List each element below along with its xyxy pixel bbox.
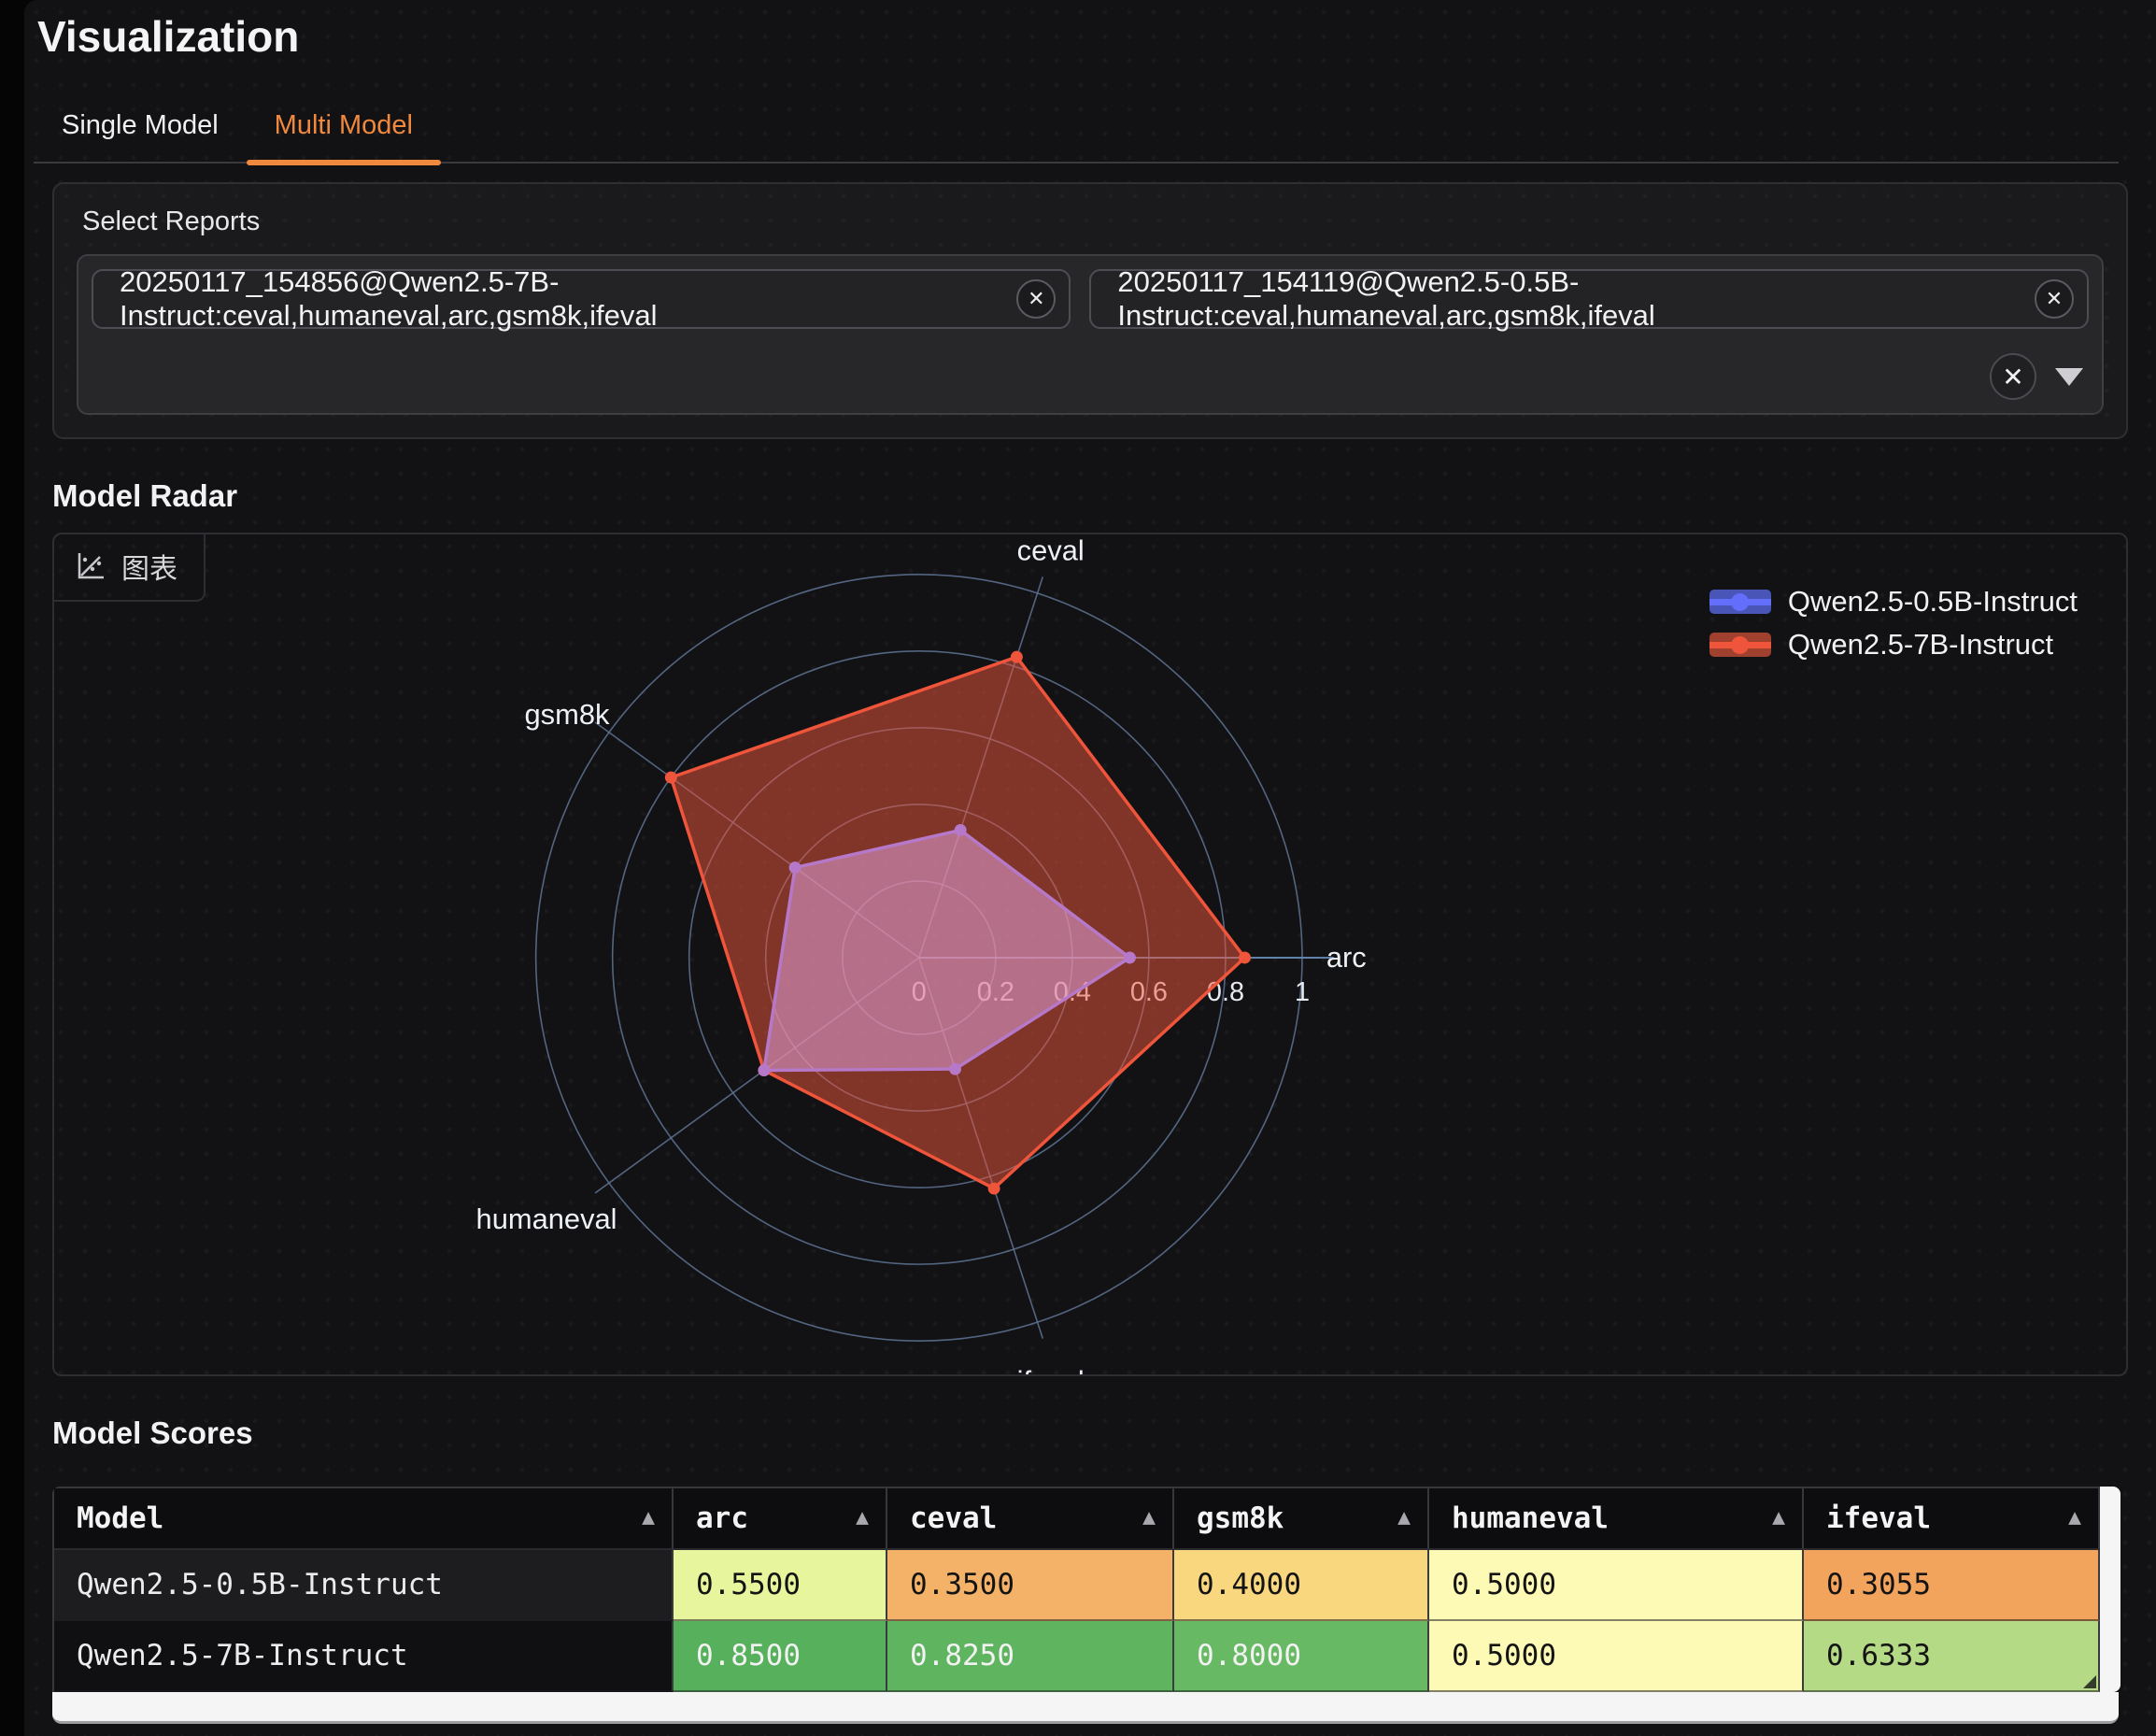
select-reports-label: Select Reports: [82, 206, 2104, 237]
column-header-gsm8k[interactable]: gsm8k ▲: [1174, 1488, 1429, 1550]
radar-section-title: Model Radar: [52, 478, 2128, 514]
selected-report-chips: 20250117_154856@Qwen2.5-7B-Instruct:ceva…: [92, 269, 2089, 329]
score-cell-ifeval[interactable]: 0.6333: [1804, 1621, 2100, 1692]
report-chip: 20250117_154856@Qwen2.5-7B-Instruct:ceva…: [92, 269, 1071, 329]
table-vertical-scrollbar[interactable]: [2100, 1487, 2121, 1692]
model-name-cell[interactable]: Qwen2.5-7B-Instruct: [54, 1621, 674, 1692]
legend-swatch: [1709, 590, 1771, 614]
scores-area: Model▲arc▲ceval▲gsm8k▲humaneval▲ifeval▲ …: [52, 1487, 2128, 1724]
column-header-model[interactable]: Model ▲: [54, 1488, 674, 1550]
tab-single-model[interactable]: Single Model: [34, 93, 247, 162]
reports-listbox[interactable]: 20250117_154856@Qwen2.5-7B-Instruct:ceva…: [77, 254, 2104, 415]
radar-tick-label: 1: [1295, 977, 1310, 1007]
sort-asc-icon: ▲: [1397, 1505, 1411, 1530]
scores-table: Model▲arc▲ceval▲gsm8k▲humaneval▲ifeval▲ …: [52, 1487, 2100, 1692]
app-container: Visualization Single Model Multi Model S…: [24, 0, 2156, 1736]
sort-asc-icon: ▲: [1142, 1505, 1156, 1530]
radar-axis-label-humaneval: humaneval: [476, 1202, 617, 1235]
column-header-label: humaneval: [1452, 1501, 1609, 1535]
column-header-label: gsm8k: [1197, 1501, 1284, 1535]
sort-asc-icon: ▲: [856, 1505, 869, 1530]
table-row: Qwen2.5-7B-Instruct0.85000.82500.80000.5…: [54, 1621, 2100, 1692]
chart-legend: Qwen2.5-0.5B-Instruct Qwen2.5-7B-Instruct: [1709, 585, 2078, 662]
column-header-ifeval[interactable]: ifeval ▲: [1804, 1488, 2100, 1550]
column-header-label: Model: [77, 1501, 163, 1535]
select-reports-panel: Select Reports 20250117_154856@Qwen2.5-7…: [52, 182, 2128, 439]
score-cell-humaneval[interactable]: 0.5000: [1429, 1621, 1804, 1692]
table-horizontal-scrollbar[interactable]: [52, 1692, 2119, 1724]
legend-item-qwen2.5-0.5b-instruct[interactable]: Qwen2.5-0.5B-Instruct: [1709, 585, 2078, 619]
listbox-controls: ✕: [1990, 353, 2083, 400]
sort-asc-icon: ▲: [1772, 1505, 1785, 1530]
legend-label: Qwen2.5-7B-Instruct: [1788, 628, 2053, 662]
column-header-label: ceval: [910, 1501, 997, 1535]
score-cell-gsm8k[interactable]: 0.8000: [1174, 1621, 1429, 1692]
column-header-ceval[interactable]: ceval ▲: [887, 1488, 1174, 1550]
report-chip-label: 20250117_154856@Qwen2.5-7B-Instruct:ceva…: [120, 265, 998, 333]
clear-all-icon[interactable]: ✕: [1990, 353, 2036, 400]
score-cell-ceval[interactable]: 0.8250: [887, 1621, 1174, 1692]
tab-multi-model[interactable]: Multi Model: [247, 93, 441, 162]
radar-vertex-qwen2.5-0.5b-instruct[interactable]: [1124, 952, 1136, 964]
tabs-bar: Single Model Multi Model: [34, 93, 2119, 164]
score-cell-arc[interactable]: 0.5500: [674, 1550, 887, 1621]
legend-swatch: [1709, 633, 1771, 657]
radar-axis-label-ceval: ceval: [1017, 534, 1085, 566]
radar-axis-label-gsm8k: gsm8k: [525, 698, 610, 731]
column-header-label: ifeval: [1826, 1501, 1931, 1535]
report-chip: 20250117_154119@Qwen2.5-0.5B-Instruct:ce…: [1089, 269, 2089, 329]
score-cell-arc[interactable]: 0.8500: [674, 1621, 887, 1692]
radar-axis-label-arc: arc: [1326, 941, 1367, 974]
report-chip-label: 20250117_154119@Qwen2.5-0.5B-Instruct:ce…: [1117, 265, 2016, 333]
legend-item-qwen2.5-7b-instruct[interactable]: Qwen2.5-7B-Instruct: [1709, 628, 2078, 662]
column-header-arc[interactable]: arc ▲: [674, 1488, 887, 1550]
radar-axis-label-ifeval: ifeval: [1017, 1365, 1085, 1374]
radar-vertex-qwen2.5-7b-instruct[interactable]: [988, 1183, 1000, 1195]
legend-label: Qwen2.5-0.5B-Instruct: [1788, 585, 2078, 619]
radar-vertex-qwen2.5-7b-instruct[interactable]: [665, 772, 677, 784]
sort-asc-icon: ▲: [642, 1505, 655, 1530]
radar-vertex-qwen2.5-0.5b-instruct[interactable]: [949, 1063, 961, 1075]
score-cell-gsm8k[interactable]: 0.4000: [1174, 1550, 1429, 1621]
radar-vertex-qwen2.5-7b-instruct[interactable]: [1239, 952, 1251, 964]
radar-vertex-qwen2.5-7b-instruct[interactable]: [1011, 651, 1023, 663]
score-cell-ifeval[interactable]: 0.3055: [1804, 1550, 2100, 1621]
model-name-cell[interactable]: Qwen2.5-0.5B-Instruct: [54, 1550, 674, 1621]
radar-vertex-qwen2.5-0.5b-instruct[interactable]: [758, 1064, 770, 1076]
chevron-down-icon[interactable]: [2055, 368, 2083, 386]
cell-resize-handle[interactable]: [2083, 1675, 2096, 1688]
radar-vertex-qwen2.5-0.5b-instruct[interactable]: [955, 824, 967, 836]
radar-vertex-qwen2.5-0.5b-instruct[interactable]: [789, 861, 801, 874]
sort-asc-icon: ▲: [2068, 1505, 2081, 1530]
table-row: Qwen2.5-0.5B-Instruct0.55000.35000.40000…: [54, 1550, 2100, 1621]
radar-chart-panel: 图表 00.20.40.60.81arccevalgsm8khumanevali…: [52, 533, 2128, 1376]
page-title: Visualization: [24, 0, 2156, 62]
column-header-label: arc: [696, 1501, 748, 1535]
column-header-humaneval[interactable]: humaneval ▲: [1429, 1488, 1804, 1550]
scores-section-title: Model Scores: [52, 1416, 2128, 1451]
chip-remove-icon[interactable]: ✕: [1016, 279, 1056, 319]
chip-remove-icon[interactable]: ✕: [2035, 279, 2074, 319]
score-cell-humaneval[interactable]: 0.5000: [1429, 1550, 1804, 1621]
score-cell-ceval[interactable]: 0.3500: [887, 1550, 1174, 1621]
